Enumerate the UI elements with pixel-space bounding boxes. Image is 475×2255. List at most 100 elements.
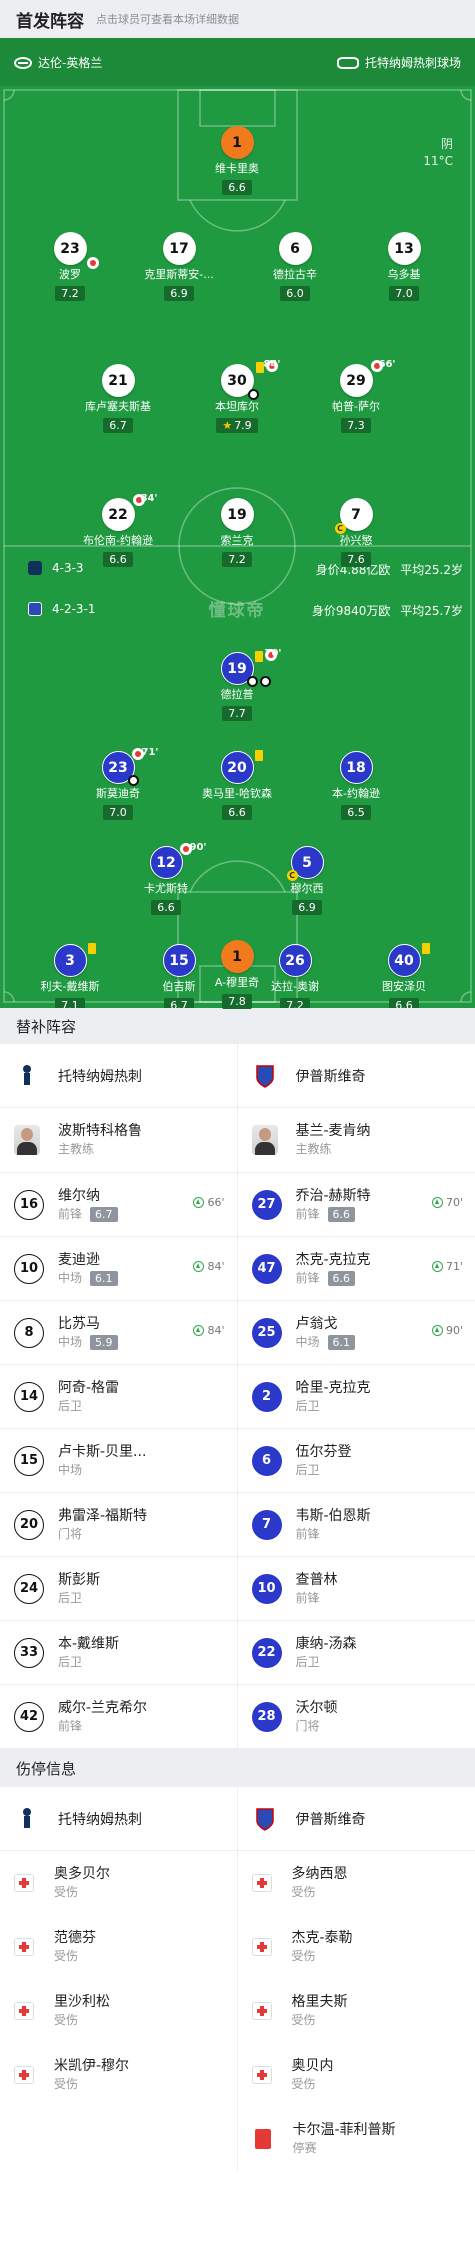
- player-position: 前锋: [295, 1270, 320, 1285]
- player-rating: 6.1: [90, 1270, 118, 1286]
- player-name: 图安泽贝: [382, 980, 426, 993]
- player-home-17[interactable]: 17 克里斯蒂安-... 6.9: [119, 232, 239, 301]
- player-number: 13: [387, 232, 421, 265]
- sub-player[interactable]: 10 查普林 前锋: [238, 1557, 475, 1620]
- sub-player[interactable]: 15 卢卡斯-贝里... 中场: [0, 1429, 237, 1492]
- player-away-23[interactable]: 23 71' 斯莫迪奇 7.0: [58, 747, 178, 820]
- player-away-18[interactable]: 18 本-约翰逊 6.5: [296, 751, 416, 820]
- player-away-19[interactable]: 19 70' 德拉普 7.7: [177, 648, 297, 721]
- sub-in-icon: [431, 1325, 443, 1336]
- sub-player[interactable]: 28 沃尔顿 门将: [238, 1685, 475, 1748]
- player-rating: 6.6: [222, 805, 252, 820]
- player-number: 1: [220, 940, 254, 973]
- player-position: 前锋: [58, 1718, 83, 1733]
- injury-item[interactable]: 卡尔温-菲利普斯 停赛: [238, 2107, 475, 2171]
- player-away-5[interactable]: 5C 穆尔西 6.9: [247, 846, 367, 915]
- player-number: 19: [227, 660, 247, 677]
- away-coach[interactable]: 基兰-麦肯纳 主教练: [238, 1108, 475, 1172]
- player-home-13[interactable]: 13 乌多基 7.0: [344, 232, 464, 301]
- player-home-29[interactable]: 29 66' 帕普-萨尔 7.3: [296, 359, 416, 433]
- goal-ball-icon: [246, 676, 258, 687]
- player-number: 19: [220, 498, 254, 531]
- sub-player[interactable]: 25 卢翁戈 中场 6.1 90': [238, 1301, 475, 1364]
- injury-item[interactable]: 范德芬 受伤: [0, 1915, 237, 1979]
- player-away-3[interactable]: 3 利夫-戴维斯 7.1: [10, 943, 130, 1008]
- player-home-22[interactable]: 22 84' 布伦南-约翰逊 6.6: [58, 493, 178, 567]
- sub-player[interactable]: 42 威尔-兰克希尔 前锋: [0, 1685, 237, 1748]
- player-number: 33: [14, 1637, 44, 1668]
- player-name: 德拉普: [220, 688, 254, 701]
- lineup-header: 首发阵容 点击球员可查看本场详细数据: [0, 0, 475, 38]
- sub-in: 71': [431, 1260, 463, 1273]
- player-home-21[interactable]: 21 库卢塞夫斯基 6.7: [58, 364, 178, 433]
- player-position: 中场: [295, 1334, 320, 1349]
- subs-row: 20 弗雷泽-福斯特 门将 7 韦斯-伯恩斯 前锋: [0, 1493, 475, 1557]
- away-club-icon: [28, 602, 42, 616]
- player-rating: 6.0: [280, 286, 310, 301]
- sub-player[interactable]: 10 麦迪逊 中场 6.1 84': [0, 1237, 237, 1300]
- player-position: 前锋: [295, 1590, 320, 1605]
- subs-team-row: 托特纳姆热刺 伊普斯维奇: [0, 1044, 475, 1108]
- player-rating: 7.3: [341, 418, 371, 433]
- player-name: 奥贝内: [291, 2058, 334, 2074]
- avatar: [14, 1125, 40, 1155]
- coach-name: 波斯特科格鲁: [58, 1123, 142, 1139]
- sub-player[interactable]: 7 韦斯-伯恩斯 前锋: [238, 1493, 475, 1556]
- injury-item[interactable]: 米凯伊-穆尔 受伤: [0, 2043, 237, 2107]
- player-home-19[interactable]: 19 索兰克 7.2: [177, 498, 297, 567]
- sub-player[interactable]: 20 弗雷泽-福斯特 门将: [0, 1493, 237, 1556]
- medical-kit-icon: [251, 2066, 272, 2084]
- injury-item[interactable]: 格里夫斯 受伤: [238, 1979, 475, 2043]
- player-rating: 7.7: [222, 706, 252, 721]
- player-away-40[interactable]: 40 图安泽贝 6.6: [344, 943, 464, 1008]
- away-injuries: 多纳西恩 受伤 杰克-泰勒 受伤 格里夫斯 受伤 奥贝内 受伤 卡尔温-菲利普斯 停赛: [238, 1851, 475, 2171]
- injury-item[interactable]: 奥贝内 受伤: [238, 2043, 475, 2107]
- player-home-7[interactable]: 7C 孙兴慜 7.6: [296, 498, 416, 567]
- injury-item[interactable]: 杰克-泰勒 受伤: [238, 1915, 475, 1979]
- player-home-1[interactable]: 1 维卡里奥 6.6: [177, 126, 297, 195]
- player-away-1[interactable]: 1 A-穆里奇 7.8: [177, 940, 297, 1009]
- player-home-6[interactable]: 6 德拉古辛 6.0: [235, 232, 355, 301]
- player-home-23[interactable]: 23 波罗 7.2: [10, 232, 130, 301]
- home-coach[interactable]: 波斯特科格鲁 主教练: [0, 1108, 237, 1172]
- player-name: 孙兴慜: [339, 534, 373, 547]
- player-number: 25: [251, 1317, 282, 1348]
- sub-time: 84': [140, 493, 158, 504]
- sub-player[interactable]: 22 康纳-汤森 后卫: [238, 1621, 475, 1684]
- sub-player[interactable]: 16 维尔纳 前锋 6.7 66': [0, 1173, 237, 1236]
- player-position: 后卫: [58, 1654, 83, 1669]
- player-rating: 6.9: [292, 900, 322, 915]
- player-rating: 6.5: [341, 805, 371, 820]
- player-position: 中场: [58, 1334, 83, 1349]
- sub-player[interactable]: 6 伍尔芬登 后卫: [238, 1429, 475, 1492]
- injury-item[interactable]: 奥多贝尔 受伤: [0, 1851, 237, 1915]
- sub-time: 90': [189, 842, 207, 853]
- player-name: 乔治-赫斯特: [295, 1187, 371, 1204]
- stadium-info: 托特纳姆热刺球场: [336, 54, 461, 71]
- injury-item[interactable]: 里沙利松 受伤: [0, 1979, 237, 2043]
- player-away-20[interactable]: 20 奥马里-哈钦森 6.6: [177, 750, 297, 820]
- sub-time: 71': [141, 747, 159, 758]
- player-rating: 6.6: [327, 1270, 356, 1286]
- sub-player[interactable]: 14 阿奇-格雷 后卫: [0, 1365, 237, 1428]
- injury-status: 受伤: [54, 2013, 79, 2027]
- player-name: 杰克-泰勒: [291, 1930, 353, 1946]
- assist-icon: [259, 676, 271, 687]
- player-number: 3: [65, 952, 75, 969]
- away-age-text: 平均25.7岁: [400, 604, 463, 618]
- player-home-30[interactable]: 30 84' 本坦库尔 7.9: [177, 359, 297, 433]
- sub-player[interactable]: 2 哈里-克拉克 后卫: [238, 1365, 475, 1428]
- sub-player[interactable]: 27 乔治-赫斯特 前锋 6.6 70': [238, 1173, 475, 1236]
- sub-player[interactable]: 24 斯彭斯 后卫: [0, 1557, 237, 1620]
- sub-player[interactable]: 33 本-戴维斯 后卫: [0, 1621, 237, 1684]
- player-name: 威尔-兰克希尔: [58, 1699, 148, 1716]
- injury-item[interactable]: 多纳西恩 受伤: [238, 1851, 475, 1915]
- player-number: 24: [14, 1573, 44, 1604]
- sub-in: 70': [431, 1196, 463, 1209]
- subs-title: 替补阵容: [16, 1017, 77, 1036]
- player-rating: 6.6: [222, 180, 252, 195]
- player-name: A-穆里奇: [214, 976, 260, 989]
- sub-player[interactable]: 8 比苏马 中场 5.9 84': [0, 1301, 237, 1364]
- sub-player[interactable]: 47 杰克-克拉克 前锋 6.6 71': [238, 1237, 475, 1300]
- player-away-12[interactable]: 12 90' 卡尤斯特 6.6: [106, 842, 226, 915]
